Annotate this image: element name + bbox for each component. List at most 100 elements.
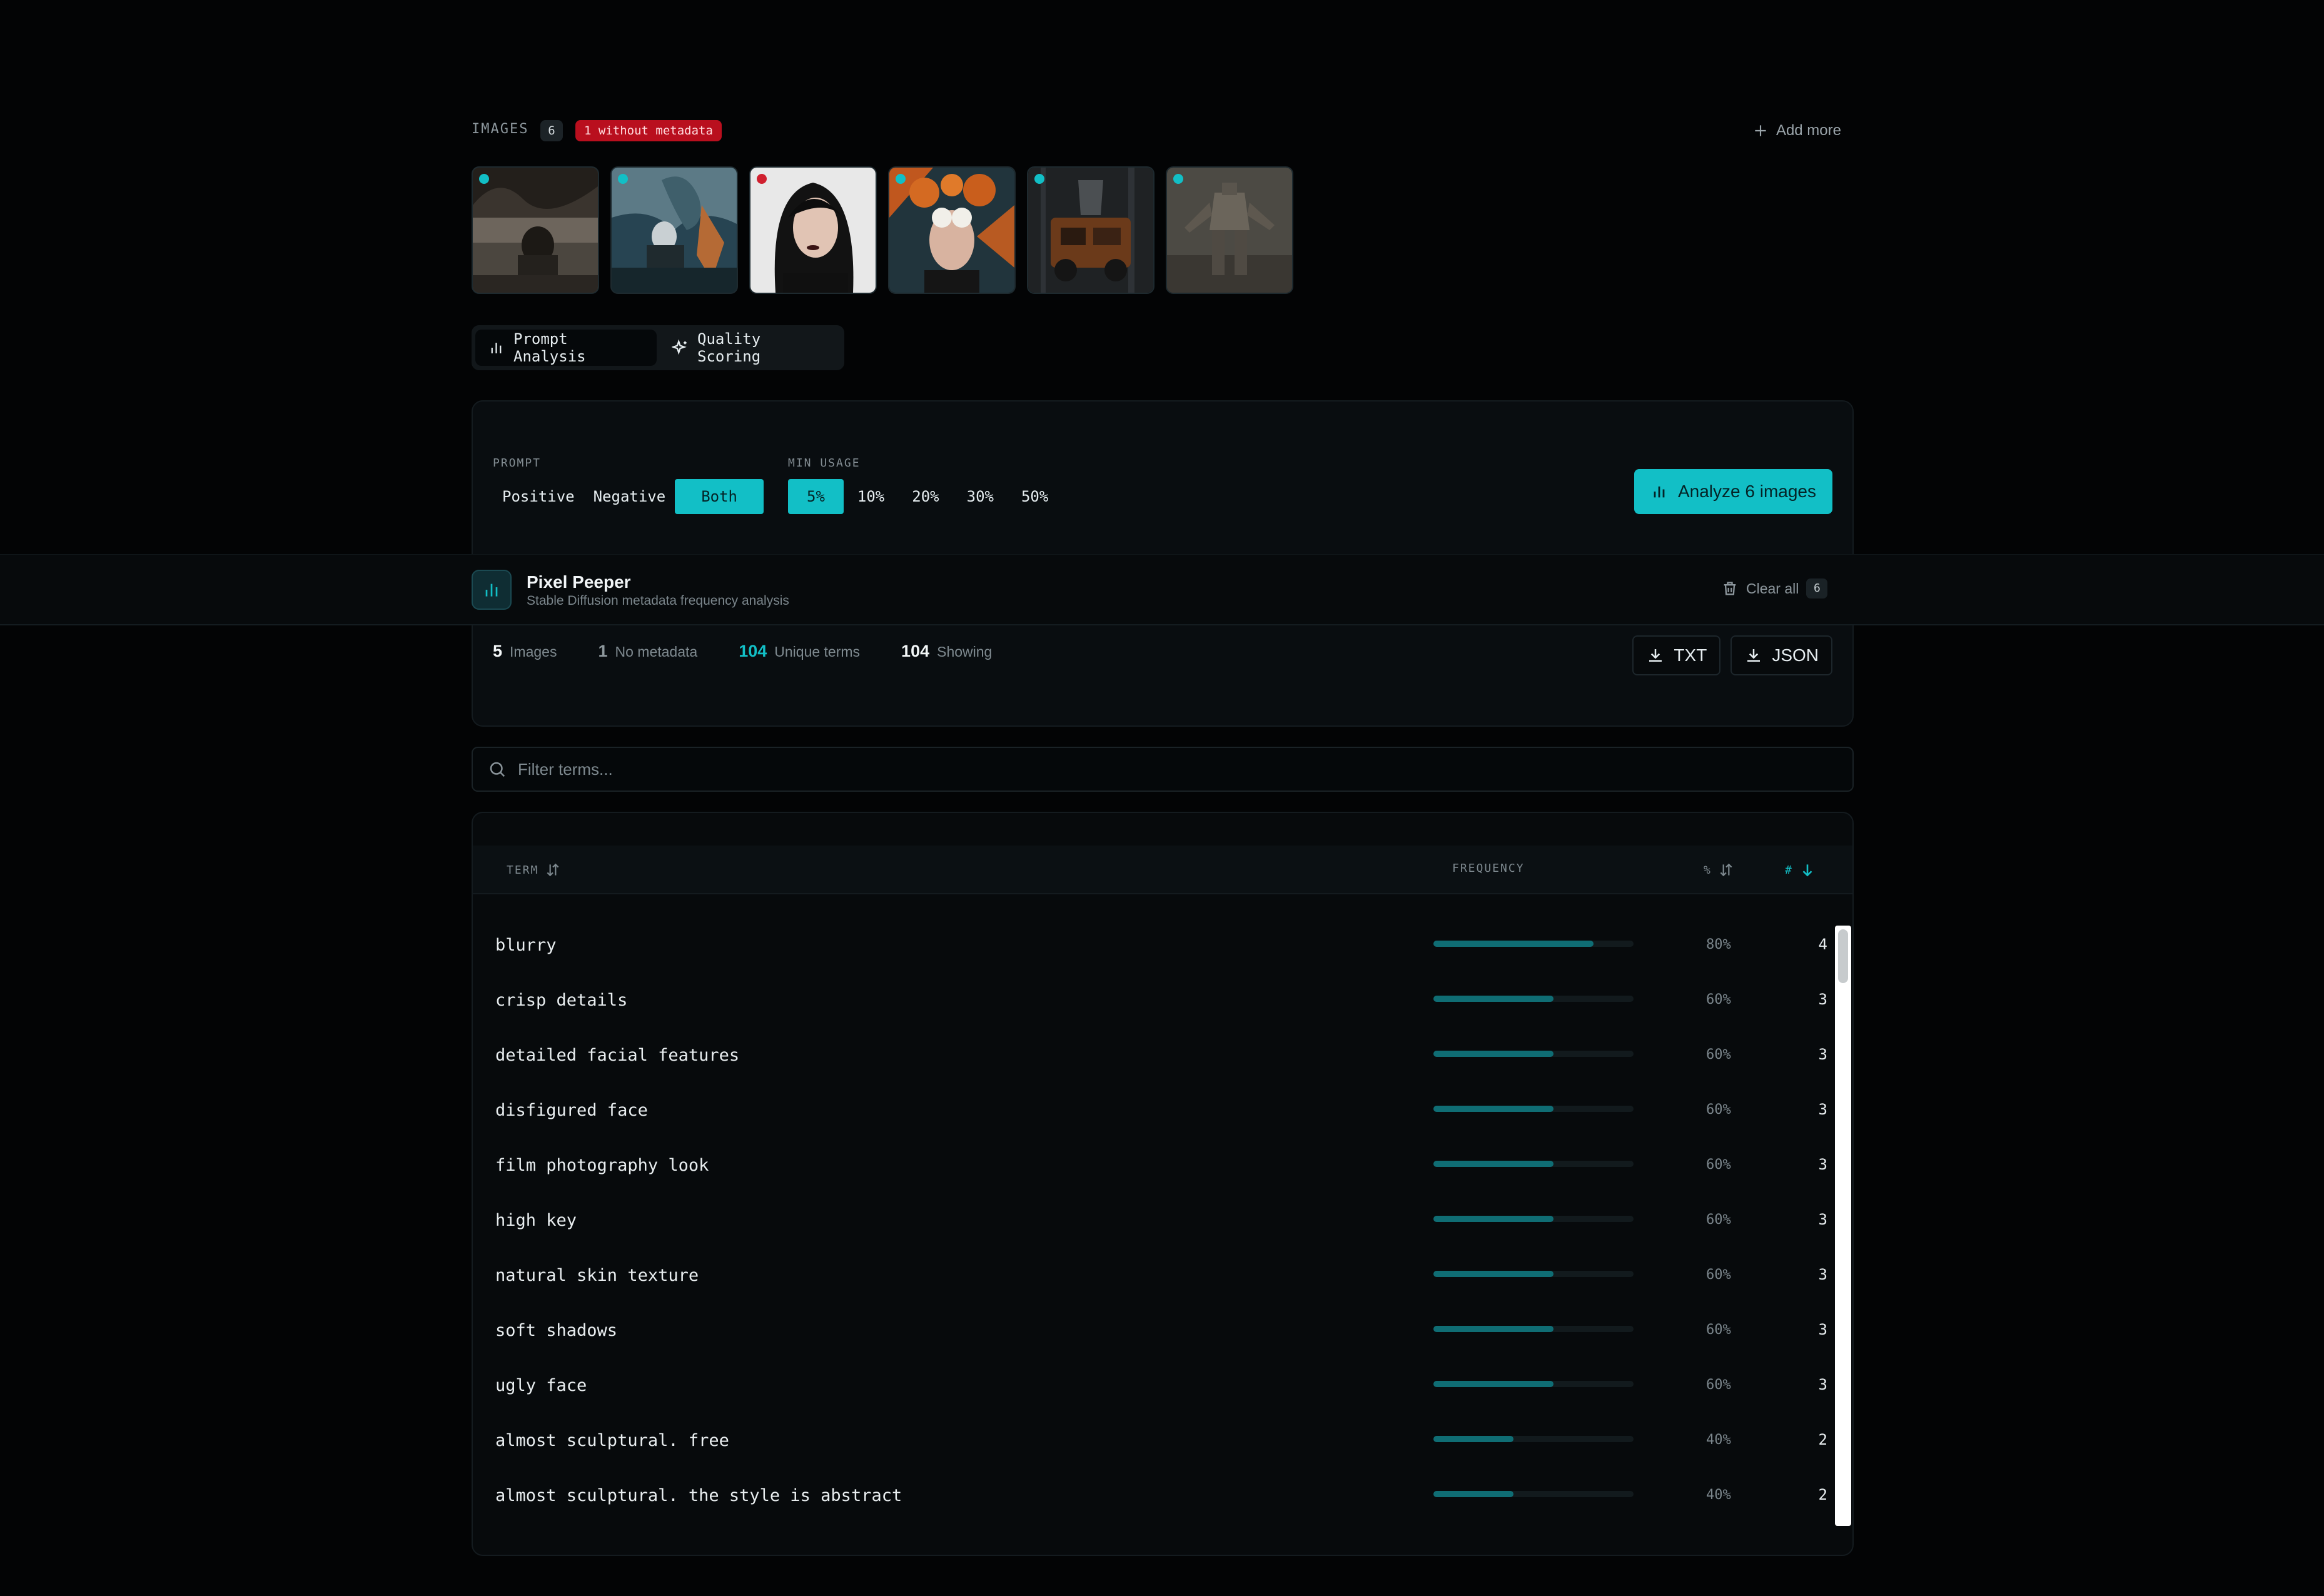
term-cell: blurry (495, 936, 557, 955)
min-usage-option-50[interactable]: 50% (1008, 479, 1062, 514)
stat-showing-label: Showing (937, 644, 993, 660)
app-title: Pixel Peeper (527, 572, 631, 592)
min-usage-option-30[interactable]: 30% (953, 479, 1008, 514)
tab-quality-scoring-label: Quality Scoring (697, 330, 761, 365)
thumbnail-dragon-sea-warrior[interactable] (610, 166, 738, 294)
images-count-badge: 6 (540, 120, 563, 141)
table-header: TERM FREQUENCY % # (473, 846, 1852, 894)
bar-chart-icon (491, 343, 502, 353)
min-usage-option-10[interactable]: 10% (844, 479, 898, 514)
frequency-bar-fill (1433, 1216, 1554, 1222)
thumbnail-woman-by-lake[interactable] (472, 166, 599, 294)
table-scrollbar[interactable] (1835, 926, 1851, 1526)
metadata-status-dot (479, 174, 489, 184)
stat-unique-terms-value: 104 (739, 642, 767, 660)
download-icon (1747, 649, 1761, 662)
table-row[interactable]: film photography look 60% 3 (473, 1146, 1852, 1201)
app-logo (472, 570, 512, 610)
frequency-bar-fill (1433, 941, 1594, 947)
thumbnail-woman-portrait[interactable] (749, 166, 877, 294)
frequency-bar (1433, 1381, 1634, 1387)
term-cell: crisp details (495, 991, 628, 1010)
table-row[interactable]: high key 60% 3 (473, 1201, 1852, 1256)
thumbnail-robot-mech[interactable] (1166, 166, 1293, 294)
min-usage-option-20[interactable]: 20% (898, 479, 952, 514)
column-term[interactable]: TERM (507, 862, 561, 878)
count-cell: 3 (1818, 991, 1827, 1008)
clear-all-button[interactable]: Clear all 6 (1721, 578, 1828, 598)
stat-no-metadata-label: No metadata (615, 644, 698, 660)
prompt-option-negative[interactable]: Negative (584, 479, 675, 514)
stat-showing: 104 Showing (901, 642, 992, 661)
tab-quality-scoring[interactable]: Quality Scoring (659, 330, 841, 366)
percent-cell: 60% (1706, 1212, 1731, 1228)
thumbnail-rusted-vehicle[interactable] (1027, 166, 1154, 294)
frequency-bar-fill (1433, 1326, 1554, 1332)
mech-image (1167, 168, 1292, 293)
app-header: Pixel Peeper Stable Diffusion metadata f… (0, 554, 2324, 625)
table-row[interactable]: disfigured face 60% 3 (473, 1091, 1852, 1146)
app-root: IMAGES 6 1 without metadata Add more Pro… (0, 0, 2324, 1596)
term-cell: disfigured face (495, 1101, 648, 1120)
images-header: IMAGES 6 1 without metadata Add more (472, 119, 1841, 144)
frequency-bar-fill (1433, 1491, 1513, 1497)
table-row[interactable]: blurry 80% 4 (473, 926, 1852, 981)
term-cell: film photography look (495, 1156, 709, 1175)
count-cell: 3 (1818, 1376, 1827, 1393)
frequency-bar-fill (1433, 1051, 1554, 1057)
search-icon (490, 762, 505, 777)
frequency-bar-fill (1433, 996, 1554, 1002)
add-more-button[interactable]: Add more (1752, 119, 1841, 143)
export-json-button[interactable]: JSON (1730, 635, 1832, 675)
min-usage-option-5[interactable]: 5% (788, 479, 844, 514)
thumbnail-strip (472, 166, 1293, 294)
stat-images-value: 5 (493, 642, 503, 660)
analyze-button[interactable]: Analyze 6 images (1634, 469, 1832, 514)
column-percent[interactable]: % (1704, 862, 1734, 878)
frequency-bar-fill (1433, 1161, 1554, 1167)
export-json-label: JSON (1772, 645, 1819, 665)
tab-prompt-analysis[interactable]: Prompt Analysis (475, 330, 657, 366)
count-cell: 2 (1818, 1431, 1827, 1448)
count-cell: 3 (1818, 1101, 1827, 1118)
export-txt-button[interactable]: TXT (1632, 635, 1721, 675)
count-cell: 4 (1818, 936, 1827, 953)
vehicle-image (1028, 168, 1153, 293)
no-metadata-dot (757, 174, 767, 184)
column-count[interactable]: # (1785, 862, 1816, 878)
prompt-option-both[interactable]: Both (675, 479, 764, 514)
filter-terms-input[interactable] (518, 759, 1769, 779)
tab-prompt-analysis-label: Prompt Analysis (513, 330, 586, 365)
sparkles-icon (672, 339, 687, 355)
frequency-bar-fill (1433, 1381, 1554, 1387)
term-cell: soft shadows (495, 1321, 618, 1340)
count-cell: 2 (1818, 1486, 1827, 1503)
percent-cell: 60% (1706, 1322, 1731, 1338)
prompt-segmented-control: Positive Negative Both (493, 479, 764, 514)
prompt-option-positive[interactable]: Positive (493, 479, 584, 514)
frequency-bar-fill (1433, 1436, 1513, 1442)
scrollbar-thumb[interactable] (1838, 929, 1848, 983)
table-row[interactable]: ugly face 60% 3 (473, 1366, 1852, 1421)
frequency-bar (1433, 1216, 1634, 1222)
percent-cell: 80% (1706, 937, 1731, 952)
column-percent-label: % (1704, 863, 1712, 877)
download-icon (1649, 649, 1662, 662)
export-buttons: TXT JSON (1632, 635, 1832, 675)
table-row[interactable]: detailed facial features 60% 3 (473, 1036, 1852, 1091)
sort-icon (547, 863, 559, 877)
table-row[interactable]: soft shadows 60% 3 (473, 1311, 1852, 1366)
metadata-status-dot (896, 174, 906, 184)
count-cell: 3 (1818, 1156, 1827, 1173)
table-row[interactable]: almost sculptural. free 40% 2 (473, 1421, 1852, 1476)
percent-cell: 40% (1706, 1487, 1731, 1503)
column-frequency: FREQUENCY (1452, 862, 1525, 875)
thumbnail-flower-face-woman[interactable] (888, 166, 1016, 294)
term-cell: high key (495, 1211, 577, 1230)
term-cell: almost sculptural. free (495, 1431, 729, 1450)
trash-icon (1724, 582, 1736, 595)
table-row[interactable]: crisp details 60% 3 (473, 981, 1852, 1036)
table-row[interactable]: natural skin texture 60% 3 (473, 1256, 1852, 1311)
table-row[interactable]: almost sculptural. the style is abstract… (473, 1476, 1852, 1531)
flower-face-image (889, 168, 1014, 293)
